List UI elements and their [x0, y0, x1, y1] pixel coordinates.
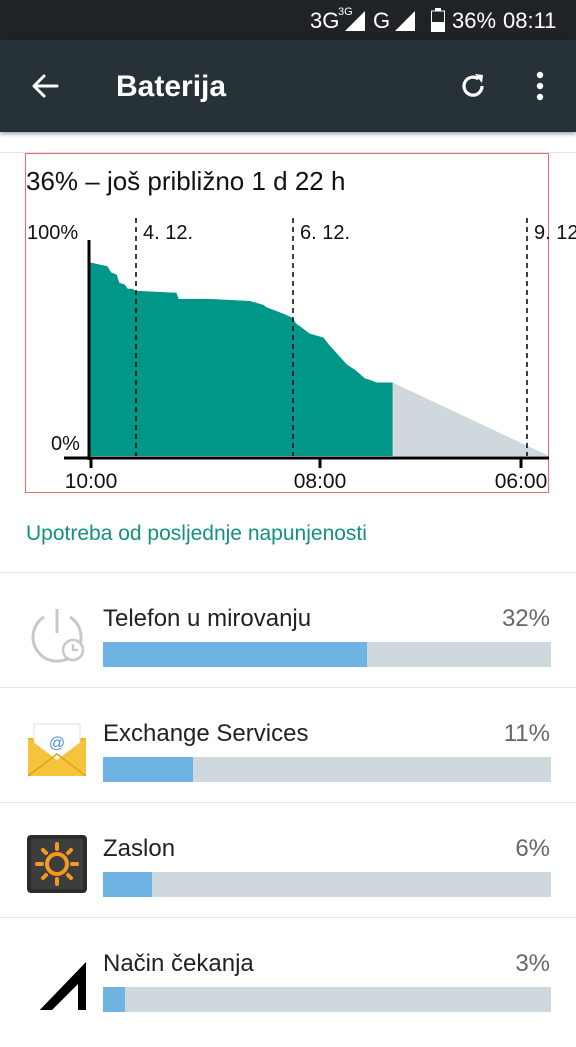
- app-percent: 3%: [515, 950, 550, 977]
- cell-signal-icon: [26, 948, 88, 1018]
- battery-history-area: [89, 262, 393, 456]
- usage-bar-fill: [103, 872, 153, 897]
- y-tick-label: 100%: [27, 222, 78, 244]
- screen-brightness-icon: [26, 833, 88, 895]
- predicted-battery-area: [392, 382, 549, 456]
- usage-bar-track: [103, 757, 551, 782]
- app-row-screen[interactable]: Zaslon 6%: [0, 817, 576, 932]
- divider: [0, 917, 576, 918]
- x-tick-label: 10:00: [65, 470, 118, 493]
- date-marker-label: 6. 12.: [300, 222, 350, 244]
- app-percent: 32%: [501, 605, 550, 632]
- app-row-standby[interactable]: Način čekanja 3%: [0, 932, 576, 1047]
- usage-bar-track: [103, 872, 551, 897]
- app-name: Zaslon: [103, 835, 176, 862]
- usage-section-header: Upotreba od posljednje napunjenosti: [26, 522, 367, 545]
- email-envelope-icon: @: [26, 718, 88, 780]
- app-row-exchange-services[interactable]: @ Exchange Services 11%: [0, 702, 576, 817]
- usage-bar-track: [103, 642, 551, 667]
- phone-idle-icon: [26, 603, 88, 665]
- divider: [0, 572, 576, 573]
- date-marker-label: 4. 12.: [143, 222, 193, 244]
- divider: [0, 687, 576, 688]
- usage-bar-fill: [103, 757, 193, 782]
- usage-bar-fill: [103, 642, 368, 667]
- app-name: Exchange Services: [103, 720, 309, 747]
- usage-bar-fill: [103, 987, 126, 1012]
- battery-chart: 4. 12. 6. 12. 9. 12. 100% 0% 10:00 08:00 06:00: [27, 218, 576, 493]
- x-tick-label: 06:00: [495, 470, 548, 493]
- divider: [0, 802, 576, 803]
- app-row-phone-idle[interactable]: Telefon u mirovanju 32%: [0, 587, 576, 702]
- usage-bar-track: [103, 987, 551, 1012]
- app-name: Telefon u mirovanju: [103, 605, 312, 632]
- date-marker-label: 9. 12.: [534, 222, 576, 244]
- svg-text:@: @: [49, 735, 65, 752]
- app-percent: 6%: [515, 835, 550, 862]
- app-name: Način čekanja: [103, 950, 254, 977]
- app-percent: 11%: [503, 720, 550, 747]
- x-tick-label: 08:00: [294, 470, 347, 493]
- y-tick-label: 0%: [51, 433, 80, 455]
